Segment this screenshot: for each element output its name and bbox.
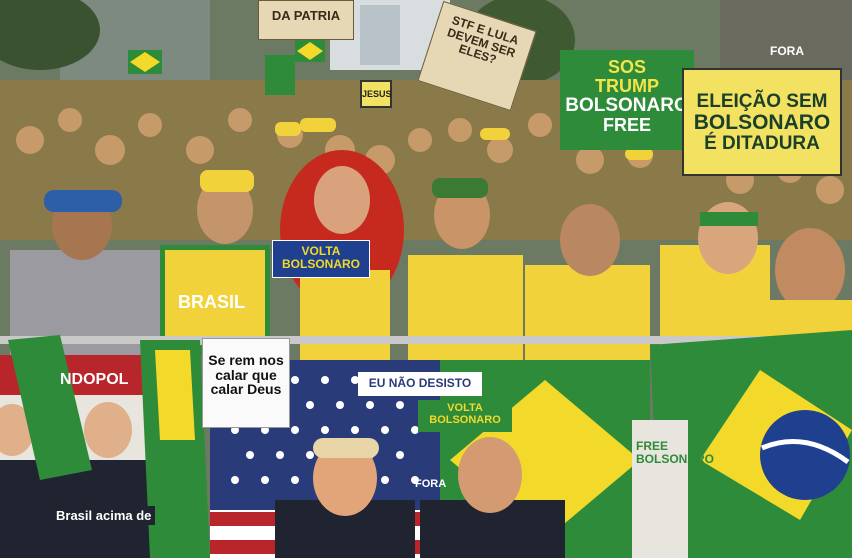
banner-text-free-bolsonaro: FREE BOLSONARO bbox=[636, 439, 714, 467]
sign-text: VOLTA BOLSONARO bbox=[429, 402, 501, 426]
sign-calar-deus: Se rem nos calar que calar Deus bbox=[202, 338, 290, 428]
building-sign-fora: FORA bbox=[770, 44, 804, 58]
sign-text: VOLTA BOLSONARO bbox=[282, 244, 360, 271]
sign-eleicao: ELEIÇÃO SEM BOLSONARO É DITADURA bbox=[682, 68, 842, 176]
sign-text: JESUS bbox=[362, 89, 392, 99]
sign-line: TRUMP bbox=[595, 75, 659, 96]
banner-volta-bolsonaro: VOLTA BOLSONARO bbox=[418, 400, 512, 432]
banner-text-dopol: NDOPOL bbox=[60, 371, 129, 388]
sign-text: EU NÃO DESISTO bbox=[368, 376, 472, 390]
sign-line: BOLSONARO bbox=[565, 94, 689, 116]
sign-line: FREE bbox=[602, 114, 651, 135]
sign-jesus: JESUS bbox=[360, 80, 392, 108]
sign-sos-trump: SOS TRUMP BOLSONARO FREE bbox=[560, 50, 694, 150]
sign-da-patria: DA PATRIA bbox=[258, 0, 354, 40]
banner-text-brasil-acima: Brasil acima de bbox=[52, 506, 156, 525]
sign-volta-bolsonaro-held: VOLTA BOLSONARO bbox=[272, 240, 370, 278]
shirt-text-brasil: BRASIL bbox=[178, 292, 245, 312]
sign-line: ELEIÇÃO SEM bbox=[696, 91, 828, 112]
sign-eu-nao-desisto: EU NÃO DESISTO bbox=[358, 372, 482, 396]
sign-line: É DITADURA bbox=[704, 132, 820, 154]
building-sign-fora-2: FORA bbox=[415, 478, 447, 490]
sign-line: BOLSONARO bbox=[693, 110, 831, 134]
sign-text: Se rem nos calar que calar Deus bbox=[208, 352, 284, 398]
sign-line: SOS bbox=[607, 57, 646, 77]
sign-text: DA PATRIA bbox=[271, 8, 341, 23]
